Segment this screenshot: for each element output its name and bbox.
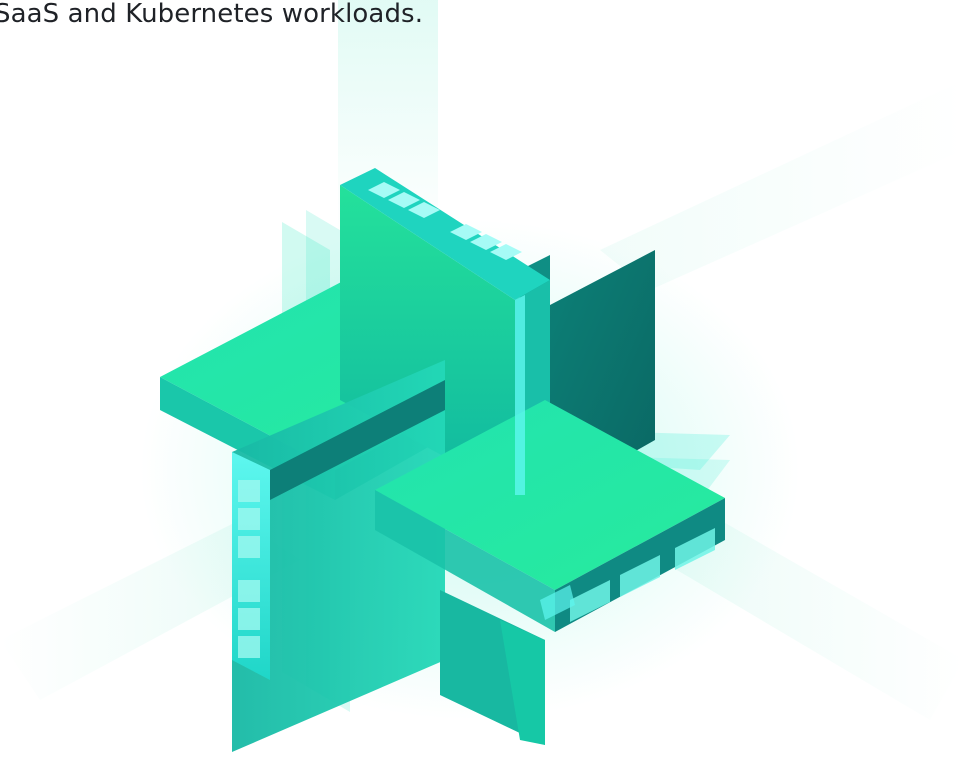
intro-text: SaaS and Kubernetes workloads. [0,0,424,29]
hero-illustration [0,0,964,774]
intro-section: SaaS and Kubernetes workloads. [0,0,964,60]
server-blocks-illustration-icon [0,0,964,752]
